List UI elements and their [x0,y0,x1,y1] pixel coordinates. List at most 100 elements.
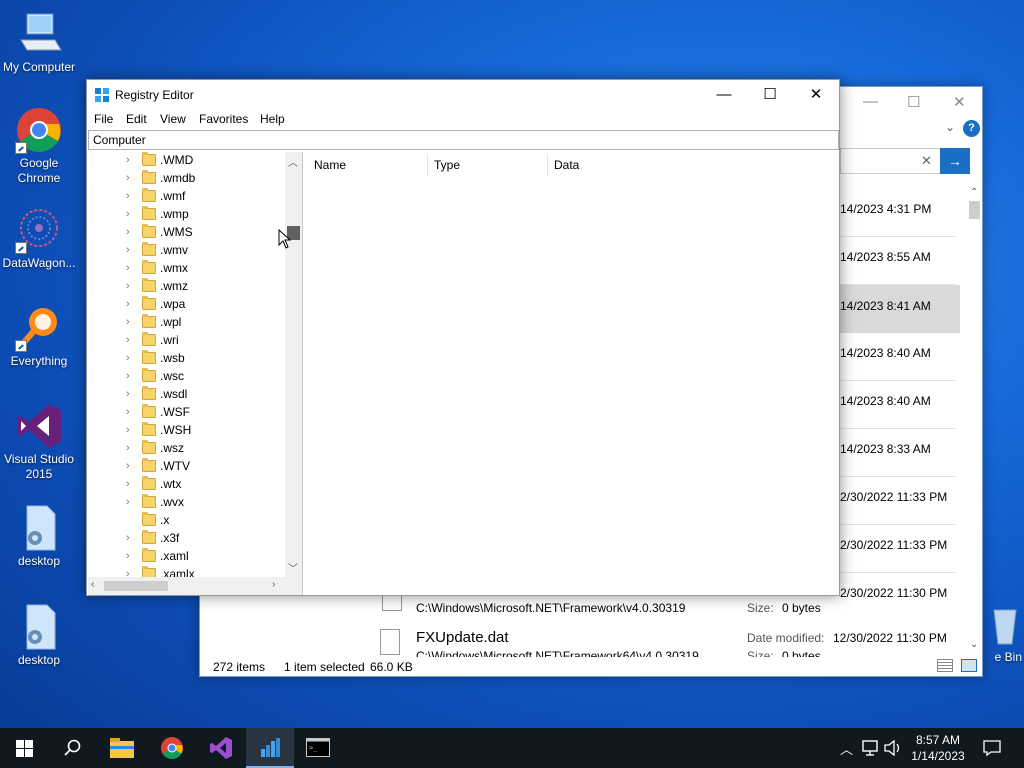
scrollbar-thumb[interactable] [104,581,168,591]
menu-edit[interactable]: Edit [126,112,147,126]
tree-item[interactable]: › .wtx [88,476,288,494]
column-name[interactable]: Name [314,158,346,172]
chevron-right-icon[interactable]: › [126,190,130,202]
scroll-left-icon[interactable]: ‹ [91,579,94,590]
chevron-right-icon[interactable]: › [126,532,130,544]
desktop-icon-my-computer[interactable]: My Computer [0,10,78,75]
chevron-right-icon[interactable]: › [126,460,130,472]
minimize-icon[interactable]: — [863,93,878,110]
tree-item[interactable]: › .WMD [88,152,288,170]
maximize-icon[interactable]: ☐ [907,93,920,111]
chevron-right-icon[interactable]: › [126,154,130,166]
desktop-icon-datawagon[interactable]: DataWagon... [0,206,78,271]
scroll-down-icon[interactable]: ﹀ [288,560,298,575]
tree-item[interactable]: › .wmx [88,260,288,278]
tree-item[interactable]: › .wmdb [88,170,288,188]
chevron-right-icon[interactable]: › [126,208,130,220]
scroll-up-icon[interactable]: ⌃ [970,187,978,198]
chevron-right-icon[interactable]: › [126,298,130,310]
search-box[interactable]: ✕ [840,148,940,174]
scroll-right-icon[interactable]: › [272,579,275,590]
tree-item[interactable]: › .wsdl [88,386,288,404]
tree-item[interactable]: › .wpl [88,314,288,332]
values-list[interactable]: Name Type Data [307,152,837,595]
tree-item[interactable]: › .WSH [88,422,288,440]
tree-item[interactable]: › .wmz [88,278,288,296]
tree-item[interactable]: › .wmv [88,242,288,260]
chevron-down-icon[interactable]: ⌄ [945,120,955,134]
clear-search-icon[interactable]: ✕ [921,153,932,169]
explorer-vscroll[interactable]: ⌃ ⌄ [967,187,983,655]
scrollbar-thumb[interactable] [969,201,980,219]
address-bar[interactable]: Computer [88,130,839,150]
tree-vertical-scrollbar[interactable]: ︿ ﹀ [285,152,302,577]
go-button[interactable]: → [940,148,970,174]
chevron-right-icon[interactable]: › [126,244,130,256]
start-button[interactable] [0,728,48,768]
network-icon[interactable] [862,740,880,756]
taskbar-file-explorer[interactable] [98,728,146,768]
taskbar-chrome[interactable] [148,728,196,768]
chevron-right-icon[interactable]: › [126,280,130,292]
chevron-right-icon[interactable]: › [126,226,130,238]
minimize-icon[interactable]: — [701,80,747,110]
chevron-right-icon[interactable]: › [126,406,130,418]
chevron-right-icon[interactable]: › [126,334,130,346]
chevron-right-icon[interactable]: › [126,442,130,454]
notifications-icon[interactable] [983,740,1001,756]
tree-item[interactable]: › .wsb [88,350,288,368]
tree-item[interactable]: › .wri [88,332,288,350]
desktop-icon-visual-studio[interactable]: Visual Studio 2015 [0,402,78,482]
system-clock[interactable]: 8:57 AM 1/14/2023 [900,732,976,764]
menu-favorites[interactable]: Favorites [199,112,248,126]
chevron-right-icon[interactable]: › [126,370,130,382]
search-button[interactable] [48,728,96,768]
tree-item[interactable]: .x [88,512,288,530]
chevron-right-icon[interactable]: › [126,316,130,328]
registry-tree[interactable]: › .WMD › .wmdb › .wmf › .wmp › .WMS › .wmv › .w… [88,152,303,595]
chevron-up-icon[interactable]: ︿ [840,739,853,758]
tree-horizontal-scrollbar[interactable]: ‹ › [88,577,302,595]
details-view-icon[interactable] [937,659,953,672]
scroll-up-icon[interactable]: ︿ [288,154,298,169]
registry-editor-window[interactable]: Registry Editor — ☐ ✕ File Edit View Fav… [86,79,840,596]
scroll-down-icon[interactable]: ⌄ [970,639,978,650]
column-data[interactable]: Data [554,158,579,172]
tree-item[interactable]: › .wpa [88,296,288,314]
tree-item[interactable]: › .wvx [88,494,288,512]
chevron-right-icon[interactable]: › [126,352,130,364]
menu-help[interactable]: Help [260,112,285,126]
chevron-right-icon[interactable]: › [126,388,130,400]
tiles-view-icon[interactable] [961,659,977,672]
tree-item[interactable]: › .wmf [88,188,288,206]
desktop-icon-desktop-2[interactable]: desktop [0,603,78,668]
desktop-icon-desktop-1[interactable]: desktop [0,504,78,569]
chevron-right-icon[interactable]: › [126,550,130,562]
column-type[interactable]: Type [434,158,460,172]
tree-item[interactable]: › .xaml [88,548,288,566]
tree-item[interactable]: › .WTV [88,458,288,476]
close-icon[interactable]: ✕ [953,93,966,111]
taskbar-registry-editor[interactable] [246,728,294,768]
close-icon[interactable]: ✕ [793,80,839,110]
file-item-fxupdate[interactable]: FXUpdate.dat C:\Windows\Microsoft.NET\Fr… [380,625,970,657]
chevron-right-icon[interactable]: › [126,496,130,508]
tree-item[interactable]: › .wsz [88,440,288,458]
title-bar[interactable]: Registry Editor — ☐ ✕ [87,80,839,110]
help-icon[interactable]: ? [963,120,980,137]
desktop-icon-google-chrome[interactable]: Google Chrome [0,106,78,186]
desktop-icon-everything[interactable]: Everything [0,304,78,369]
taskbar-visual-studio[interactable] [197,728,245,768]
chevron-right-icon[interactable]: › [126,478,130,490]
tree-item[interactable]: › .wsc [88,368,288,386]
chevron-right-icon[interactable]: › [126,262,130,274]
tree-item[interactable]: › .WSF [88,404,288,422]
chevron-right-icon[interactable]: › [126,424,130,436]
chevron-right-icon[interactable]: › [126,172,130,184]
tree-item[interactable]: › .x3f [88,530,288,548]
menu-view[interactable]: View [160,112,186,126]
menu-file[interactable]: File [94,112,113,126]
maximize-icon[interactable]: ☐ [747,80,793,110]
tree-item[interactable]: › .wmp [88,206,288,224]
tree-item[interactable]: › .WMS [88,224,288,242]
